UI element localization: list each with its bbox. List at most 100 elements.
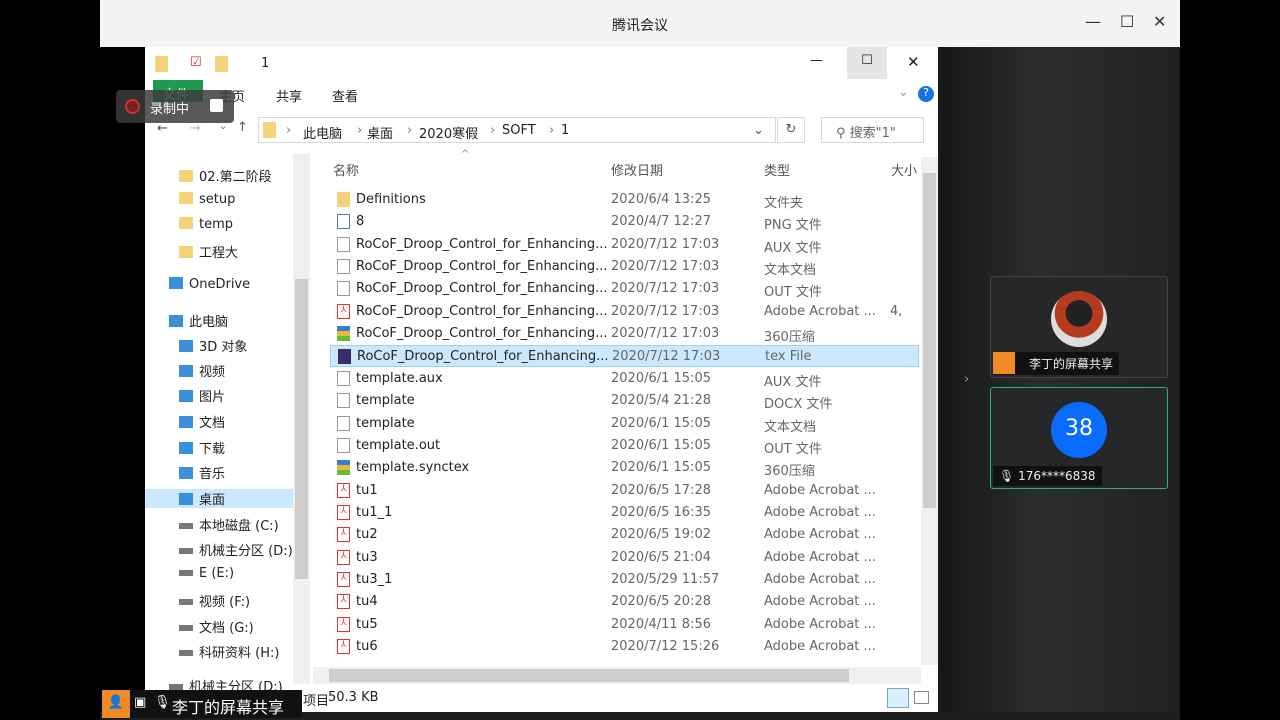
- column-size[interactable]: 大小: [891, 160, 917, 179]
- participant-tile[interactable]: 李丁的屏幕共享: [990, 276, 1168, 378]
- tab-share[interactable]: 共享: [276, 86, 302, 105]
- screen-share-icon: ▣: [134, 695, 147, 710]
- sidebar-item[interactable]: 本地磁盘 (C:): [179, 515, 279, 534]
- breadcrumb-soft[interactable]: SOFT: [502, 123, 536, 138]
- breadcrumb-pc[interactable]: 此电脑: [303, 123, 342, 142]
- sidebar-item[interactable]: 视频 (F:): [179, 591, 250, 610]
- file-row[interactable]: ⅄ tu1 2020/6/5 17:28 Adobe Acrobat ...: [330, 480, 919, 502]
- participant-tile[interactable]: 38 🎙 176****6838: [990, 387, 1168, 489]
- properties-icon[interactable]: ☑: [190, 55, 202, 70]
- file-row[interactable]: ⅄ tu1_1 2020/6/5 16:35 Adobe Acrobat ...: [330, 502, 919, 524]
- search-input[interactable]: ⚲ 搜索"1": [821, 117, 924, 143]
- file-row[interactable]: Definitions 2020/6/4 13:25 文件夹: [330, 189, 919, 211]
- sidebar-item[interactable]: 视频: [179, 361, 225, 380]
- sidebar-label: 视频: [199, 365, 226, 380]
- sidebar-item[interactable]: 下载: [179, 438, 225, 457]
- sidebar-item[interactable]: setup: [179, 192, 235, 207]
- sidebar-item[interactable]: 图片: [179, 386, 225, 405]
- file-row[interactable]: template.synctex 2020/6/1 15:05 360压缩: [330, 457, 919, 479]
- file-type: Adobe Acrobat ...: [764, 639, 876, 654]
- tab-view[interactable]: 查看: [332, 86, 358, 105]
- refresh-button[interactable]: ↻: [777, 117, 805, 143]
- new-folder-icon[interactable]: [215, 56, 228, 72]
- file-row[interactable]: RoCoF_Droop_Control_for_Enhancing... 202…: [330, 256, 919, 278]
- horizontal-scrollbar[interactable]: [313, 667, 921, 684]
- file-row[interactable]: ⅄ tu3_1 2020/5/29 11:57 Adobe Acrobat ..…: [330, 569, 919, 591]
- sidebar-icon: [179, 390, 193, 402]
- expand-ribbon-icon[interactable]: ⌄: [898, 85, 909, 100]
- sidebar-item[interactable]: 机械主分区 (D:): [179, 540, 293, 559]
- sidebar-icon: [179, 416, 193, 428]
- forward-button[interactable]: →: [190, 121, 201, 136]
- large-icons-view-button[interactable]: [914, 691, 929, 704]
- file-row[interactable]: ⅄ RoCoF_Droop_Control_for_Enhancing... 2…: [330, 301, 919, 323]
- file-row[interactable]: template.out 2020/6/1 15:05 OUT 文件: [330, 435, 919, 457]
- file-row[interactable]: 8 2020/4/7 12:27 PNG 文件: [330, 211, 919, 233]
- sidebar-item[interactable]: E (E:): [179, 566, 234, 581]
- file-date: 2020/5/4 21:28: [611, 393, 711, 409]
- file-row[interactable]: RoCoF_Droop_Control_for_Enhancing... 202…: [330, 234, 919, 256]
- file-row[interactable]: template.aux 2020/6/1 15:05 AUX 文件: [330, 368, 919, 390]
- file-date: 2020/4/11 8:56: [611, 616, 711, 632]
- file-row[interactable]: ⅄ tu3 2020/6/5 21:04 Adobe Acrobat ...: [330, 547, 919, 569]
- sidebar-label: 文档: [199, 416, 226, 431]
- close-button[interactable]: ✕: [1153, 12, 1166, 31]
- breadcrumb-2020[interactable]: 2020寒假: [419, 123, 478, 142]
- column-type[interactable]: 类型: [764, 160, 790, 179]
- status-items: 项目: [303, 694, 330, 709]
- sidebar-icon: [179, 570, 193, 576]
- collapse-panel-icon[interactable]: ›: [964, 372, 969, 387]
- address-dropdown-icon[interactable]: ⌄: [753, 123, 764, 138]
- sidebar-item[interactable]: 桌面: [145, 489, 293, 508]
- sidebar-icon: [179, 340, 193, 352]
- sidebar-item[interactable]: 3D 对象: [179, 336, 247, 355]
- column-name[interactable]: 名称: [333, 160, 359, 179]
- sidebar-item[interactable]: 此电脑: [169, 311, 228, 330]
- sidebar-item[interactable]: 02.第二阶段: [179, 166, 272, 185]
- file-date: 2020/7/12 17:03: [611, 326, 720, 342]
- sidebar-icon: [179, 523, 193, 529]
- sidebar-item[interactable]: OneDrive: [169, 277, 250, 292]
- sidebar-item[interactable]: 科研资料 (H:): [179, 642, 279, 661]
- file-row[interactable]: RoCoF_Droop_Control_for_Enhancing... 202…: [330, 323, 919, 345]
- sidebar-item[interactable]: 文档 (G:): [179, 617, 254, 636]
- sidebar-icon: [179, 467, 193, 479]
- file-row[interactable]: template 2020/6/1 15:05 文本文档: [330, 413, 919, 435]
- file-date: 2020/6/1 15:05: [611, 370, 711, 386]
- sidebar-item[interactable]: 工程大: [179, 242, 238, 261]
- file-row[interactable]: ⅄ tu6 2020/7/12 15:26 Adobe Acrobat ...: [330, 636, 919, 658]
- up-button[interactable]: ↑: [237, 120, 248, 135]
- minimize-button[interactable]: —: [810, 53, 823, 68]
- details-view-button[interactable]: [887, 688, 909, 708]
- back-button[interactable]: ←: [157, 121, 168, 136]
- file-name: 8: [356, 214, 365, 230]
- stop-recording-button[interactable]: [210, 99, 223, 112]
- sidebar-item[interactable]: 文档: [179, 412, 225, 431]
- file-row[interactable]: ⅄ tu4 2020/6/5 20:28 Adobe Acrobat ...: [330, 591, 919, 613]
- file-row[interactable]: RoCoF_Droop_Control_for_Enhancing... 202…: [330, 278, 919, 300]
- address-bar[interactable]: › 此电脑 › 桌面 › 2020寒假 › SOFT › 1 ⌄: [258, 117, 776, 143]
- close-button[interactable]: ✕: [907, 53, 920, 71]
- file-type: Adobe Acrobat ...: [764, 594, 876, 610]
- file-row[interactable]: ⅄ tu5 2020/4/11 8:56 Adobe Acrobat ...: [330, 614, 919, 636]
- minimize-button[interactable]: —: [1085, 12, 1101, 31]
- file-file-icon: [337, 236, 350, 252]
- breadcrumb-1[interactable]: 1: [561, 123, 569, 138]
- sidebar-icon: [179, 599, 193, 605]
- file-row[interactable]: template 2020/5/4 21:28 DOCX 文件: [330, 390, 919, 412]
- sidebar-item[interactable]: temp: [179, 217, 233, 232]
- file-date: 2020/5/29 11:57: [611, 571, 720, 587]
- vertical-scrollbar[interactable]: [921, 157, 938, 665]
- file-name: tu1: [356, 482, 378, 498]
- sidebar-item[interactable]: 音乐: [179, 463, 225, 482]
- sidebar-scrollbar[interactable]: [293, 154, 310, 684]
- breadcrumb-desktop[interactable]: 桌面: [367, 123, 393, 142]
- sidebar-icon: [169, 277, 183, 289]
- file-row[interactable]: ⅄ tu2 2020/6/5 19:02 Adobe Acrobat ...: [330, 524, 919, 546]
- file-file-icon: [337, 281, 350, 297]
- file-row[interactable]: RoCoF_Droop_Control_for_Enhancing... 202…: [330, 345, 919, 368]
- maximize-button[interactable]: ☐: [847, 47, 887, 79]
- maximize-button[interactable]: ☐: [1120, 12, 1134, 31]
- column-date[interactable]: 修改日期: [611, 160, 663, 179]
- help-icon[interactable]: ?: [918, 86, 934, 102]
